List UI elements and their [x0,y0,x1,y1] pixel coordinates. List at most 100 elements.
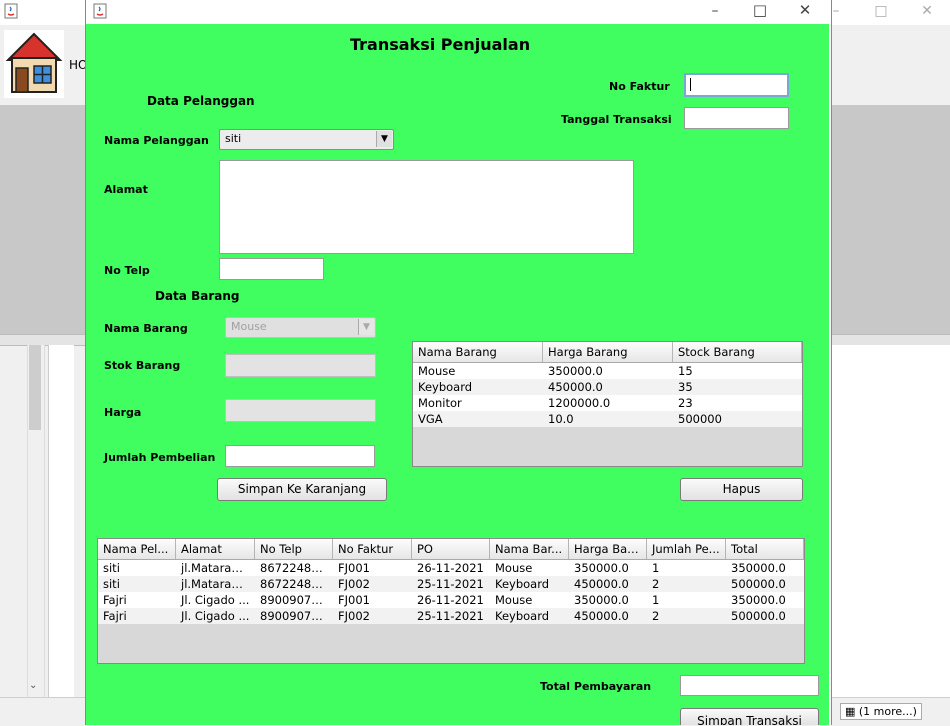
column-header[interactable]: Harga Barang [543,342,673,362]
java-icon [93,3,107,22]
table-cell: jl.Mataram ... [181,561,255,575]
harga-label: Harga [104,406,142,419]
page-title: Transaksi Penjualan [350,35,531,54]
nama-barang-label: Nama Barang [104,322,188,335]
table-cell: 450000.0 [574,577,629,591]
column-header[interactable]: Total [726,539,804,559]
nama-barang-value: Mouse [231,320,267,333]
no-telp-label: No Telp [104,264,150,277]
table-cell: 10.0 [548,412,574,426]
nama-pelanggan-label: Nama Pelanggan [104,134,209,147]
table-row[interactable]: Fajri Jl. Cigado ... 89009076... FJ001 26-11… [98,592,804,608]
bg-close-icon[interactable]: ✕ [912,2,942,20]
chevron-down-icon[interactable]: ⌄ [29,680,37,691]
table-cell: FJ002 [338,577,370,591]
total-pembayaran-label: Total Pembayaran [540,680,652,693]
simpan-transaksi-button[interactable]: Simpan Transaksi [680,708,819,725]
table-cell: Keyboard [495,577,550,591]
table-row[interactable]: siti jl.Mataram ... 86722484... FJ002 25-11-… [98,576,804,592]
nama-pelanggan-select[interactable]: siti ▼ [219,129,394,150]
table-cell: 86722484... [260,577,330,591]
table-cell: 15 [678,364,693,378]
column-header[interactable]: No Faktur [333,539,412,559]
jumlah-pembelian-label: Jumlah Pembelian [104,451,216,464]
chevron-down-icon[interactable]: ▼ [358,319,374,335]
hapus-button[interactable]: Hapus [680,478,803,501]
status-more-indicator[interactable]: ▦ (1 more...) [840,703,922,720]
table-cell: FJ001 [338,593,370,607]
table-cell: Keyboard [495,609,550,623]
table-cell: 25-11-2021 [417,609,484,623]
table-row[interactable]: Keyboard 450000.0 35 [413,379,802,395]
no-telp-field[interactable] [219,258,324,280]
scrollbar-thumb[interactable] [29,345,41,430]
background-inner-panel [48,345,74,697]
minimize-icon[interactable]: – [700,2,730,20]
table-cell: Jl. Cigado ... [181,609,250,623]
table-cell: Mouse [495,561,533,575]
table-row[interactable]: VGA 10.0 500000 [413,411,802,427]
table-cell: Keyboard [418,380,473,394]
table-row[interactable]: Monitor 1200000.0 23 [413,395,802,411]
table-cell: Mouse [495,593,533,607]
column-header[interactable]: Harga Bar... [569,539,647,559]
table-cell: Fajri [103,609,127,623]
tanggal-transaksi-field[interactable] [684,107,789,129]
stock-table-header: Nama Barang Harga Barang Stock Barang [413,342,802,363]
table-cell: siti [103,561,120,575]
table-cell: 26-11-2021 [417,561,484,575]
no-faktur-field[interactable] [684,73,789,97]
bg-maximize-icon[interactable]: □ [866,2,896,20]
stock-table: Nama Barang Harga Barang Stock Barang Mo… [412,341,803,467]
table-cell: 450000.0 [574,609,629,623]
table-cell: FJ002 [338,609,370,623]
table-cell: jl.Mataram ... [181,577,255,591]
table-cell: 26-11-2021 [417,593,484,607]
nama-pelanggan-value: siti [225,132,242,145]
table-cell: Monitor [418,396,462,410]
chevron-down-icon[interactable]: ▼ [376,131,392,147]
column-header[interactable]: Alamat [176,539,255,559]
cart-table-header: Nama Pel... Alamat No Telp No Faktur PO … [98,539,804,560]
column-header[interactable]: Jumlah Pe... [647,539,726,559]
data-barang-heading: Data Barang [155,289,240,303]
no-faktur-label: No Faktur [609,80,670,93]
column-header[interactable]: Nama Barang [413,342,543,362]
total-pembayaran-field[interactable] [680,675,819,696]
table-cell: 2 [652,609,660,623]
table-cell: Fajri [103,593,127,607]
table-cell: 2 [652,577,660,591]
jumlah-pembelian-field[interactable] [225,445,375,467]
table-cell: 350000.0 [574,561,629,575]
stok-barang-field[interactable] [225,354,376,377]
stock-table-body: Mouse 350000.0 15 Keyboard 450000.0 35 Monit… [413,363,802,427]
nama-barang-select[interactable]: Mouse ▼ [225,317,376,338]
column-header[interactable]: Nama Pel... [98,539,176,559]
table-cell: 23 [678,396,693,410]
table-cell: 89009076... [260,609,330,623]
table-row[interactable]: siti jl.Mataram ... 86722484... FJ001 26-11-… [98,560,804,576]
table-row[interactable]: Fajri Jl. Cigado ... 89009076... FJ002 25-11… [98,608,804,624]
close-icon[interactable]: ✕ [790,1,820,19]
table-cell: 500000 [678,412,722,426]
table-cell: 450000.0 [548,380,603,394]
alamat-textarea[interactable] [219,160,634,254]
table-cell: 35 [678,380,693,394]
text-cursor [690,77,691,91]
table-cell: Mouse [418,364,456,378]
java-icon [4,3,18,22]
tanggal-transaksi-label: Tanggal Transaksi [561,113,672,126]
table-cell: 89009076... [260,593,330,607]
column-header[interactable]: PO [412,539,490,559]
column-header[interactable]: Nama Bar... [490,539,569,559]
table-row[interactable]: Mouse 350000.0 15 [413,363,802,379]
column-header[interactable]: Stock Barang [673,342,802,362]
table-cell: 350000.0 [574,593,629,607]
column-header[interactable]: No Telp [255,539,333,559]
data-pelanggan-heading: Data Pelanggan [147,94,255,108]
harga-field[interactable] [225,399,376,422]
maximize-icon[interactable]: □ [745,1,775,19]
alamat-label: Alamat [104,183,148,196]
stok-barang-label: Stok Barang [104,359,181,372]
simpan-keranjang-button[interactable]: Simpan Ke Karanjang [217,478,387,501]
